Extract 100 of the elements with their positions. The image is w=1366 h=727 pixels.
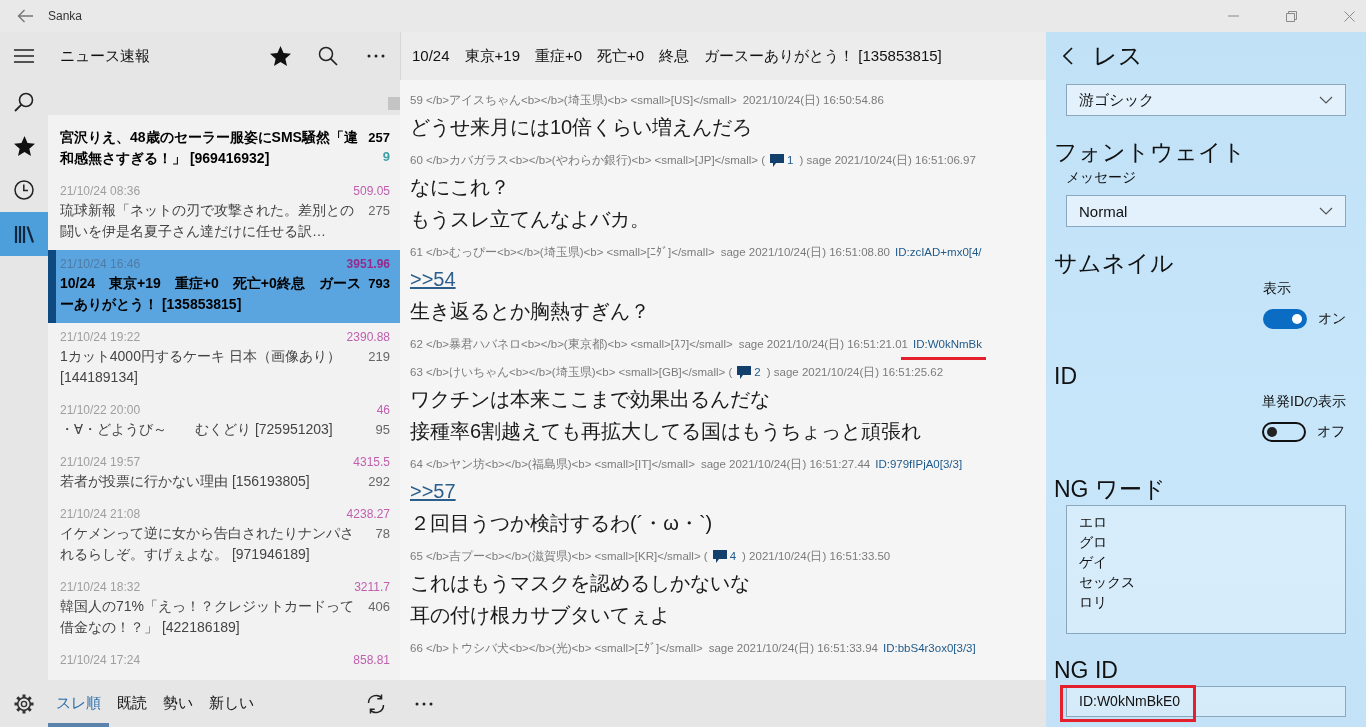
thread-score: 509.05 (353, 183, 390, 200)
post-header: 61 </b>むっぴー<b></b>(埼玉県)<b> <small>[ﾆﾀﾞ]</small> (410, 245, 715, 260)
comment-icon[interactable] (737, 365, 752, 379)
thread-item[interactable]: 宮沢りえ、48歳のセーラー服姿にSMS騒然「違和感無さすぎる！」 [969416932] 257 9 (48, 115, 400, 177)
search-icon (14, 92, 34, 112)
settings-icon[interactable] (13, 692, 35, 715)
post-count: 257 (368, 129, 390, 147)
thread-title: ・∀・どようび～ むくどり [725951203] (60, 420, 334, 439)
post-count: 793 (368, 275, 390, 293)
thread-date: 21/10/24 21:08 (60, 506, 141, 523)
post-header: 62 </b>暴君ハバネロ<b></b>(東京都)<b> <small>[ｽﾌ]</small> (410, 337, 733, 352)
thread-score: 4315.5 (353, 454, 390, 471)
thread-item[interactable]: 21/10/24 17:24 858.81 (48, 646, 400, 677)
post-count: 219 (368, 348, 390, 366)
thread-date: 21/10/24 19:57 (60, 454, 141, 471)
books-icon (14, 225, 34, 243)
thread-score: 2390.88 (346, 329, 390, 346)
post-header: 59 </b>アイスちゃん<b></b>(埼玉県)<b> <small>[US]</small> (410, 93, 737, 108)
menu-icon[interactable] (14, 49, 34, 63)
thread-date: 21/10/24 17:24 (60, 652, 141, 669)
thread-score: 4238.27 (346, 506, 390, 523)
text-area[interactable]: エロ グロ ゲイ セックス ロリ (1066, 505, 1346, 634)
post-date: sage 2021/10/24(日) 16:51:27.44 (700, 457, 871, 472)
post-id[interactable]: ID:bbS4r3ox0[3/3] (882, 637, 976, 659)
post-date: sage 2021/10/24(日) 16:51:21.01 (738, 337, 908, 352)
post-date: ) sage 2021/10/24(日) 16:51:25.62 (766, 365, 944, 380)
reply-count[interactable]: 4 (729, 545, 737, 567)
more-icon[interactable] (367, 54, 385, 58)
post-header: 63 </b>けいちゃん<b></b>(埼玉県)<b> <small>[GB]</small> ( (410, 365, 733, 380)
toggle-label: 単発IDの表示 (1262, 392, 1346, 411)
scrollbar-thumb[interactable] (388, 97, 400, 110)
thread-date: 21/10/24 08:36 (60, 183, 141, 200)
thread-date: 21/10/22 20:00 (60, 402, 141, 419)
board-title: ニュース速報 (60, 46, 150, 66)
thread-item[interactable]: 21/10/24 16:46 3951.96 10/24 東京+19 重症+0 死亡+0終息 ガースーありがとう！ [135853815] 793 (48, 250, 400, 323)
post-id[interactable]: ID:zcIAD+mx0[4/ (894, 241, 982, 263)
post-text: ２回目うつか検討するわ(´・ω・`) (410, 511, 714, 536)
reply-count[interactable]: 2 (754, 361, 761, 383)
post-count: 406 (368, 598, 390, 616)
panel-title: レス (1093, 41, 1143, 71)
post-date: sage 2021/10/24(日) 16:51:08.80 (720, 245, 890, 260)
chevron-down-icon (1319, 96, 1333, 104)
post-date: ) 2021/10/24(日) 16:51:33.50 (742, 549, 891, 564)
post-text: ワクチンは本来ここまで効果出るんだな 接種率6割越えても再拡大してる国はもうちょっと頑張れ (410, 387, 923, 444)
thread-title: 1カット4000円するケーキ 日本（画像あり） [144189134] (60, 347, 342, 387)
dropdown[interactable]: 游ゴシック (1066, 84, 1346, 116)
back-chevron-icon[interactable] (1063, 47, 1073, 65)
section-heading: NG ID (1054, 656, 1119, 685)
dropdown[interactable]: Normal (1066, 195, 1346, 227)
more-icon[interactable] (415, 701, 433, 706)
thread-item[interactable]: 21/10/24 18:32 3211.7 韓国人の71%「えっ！？クレジットカードって借金なの！？」 [422186189] 406 (48, 573, 400, 646)
toggle-label: 表示 (1263, 279, 1292, 298)
thread-item[interactable]: 21/10/22 20:00 46 ・∀・どようび～ むくどり [725951203] 95 (48, 396, 400, 448)
thread-title: 10/24 東京+19 重症+0 死亡+0終息 ガースーありがとう！ [135853815] (60, 274, 362, 314)
sort-tab[interactable]: スレ順 (48, 680, 109, 727)
field-label: メッセージ (1066, 168, 1137, 186)
thread-item[interactable]: 21/10/24 08:36 509.05 琉球新報「ネットの刃で攻撃された。差別との闘いを伊是名夏子さん達だけに任せる訳… 275 (48, 177, 400, 250)
post-id[interactable]: ID:979fIPjA0[3/3] (875, 453, 963, 475)
thread-item[interactable]: 21/10/24 19:22 2390.88 1カット4000円するケーキ 日本（画像あり） [144189134] 219 (48, 323, 400, 396)
thread-title: 宮沢りえ、48歳のセーラー服姿にSMS騒然「違和感無さすぎる！」 [969416932] (60, 128, 359, 168)
post-count: 292 (368, 473, 390, 491)
post-header: 66 </b>トウシバ犬<b></b>(光)<b> <small>[ﾆﾀﾞ]</small> (410, 641, 703, 656)
post-id[interactable]: ID:W0kNmBk (912, 333, 982, 355)
input-field[interactable]: ID:W0kNmBkE0 (1066, 686, 1346, 717)
post-count: 275 (368, 202, 390, 220)
comment-icon[interactable] (770, 153, 785, 167)
section-heading: ID (1054, 362, 1078, 391)
toggle-state: オフ (1317, 423, 1345, 441)
post-date: 2021/10/24(日) 16:50:54.86 (742, 93, 884, 108)
anchor-link[interactable]: >>57 (410, 475, 456, 507)
restore-icon[interactable] (1285, 10, 1297, 22)
section-heading: NG ワード (1054, 475, 1167, 504)
refresh-icon[interactable] (365, 692, 387, 715)
star-icon[interactable] (269, 46, 291, 66)
post-header: 64 </b>ヤン坊<b></b>(福島県)<b> <small>[IT]</small> (410, 457, 695, 472)
thread-date: 21/10/24 19:22 (60, 329, 141, 346)
sort-tab[interactable]: 勢い (155, 680, 201, 727)
search-icon[interactable] (318, 46, 338, 66)
close-icon[interactable] (1343, 10, 1355, 22)
post-text: 生き返るとか胸熱すぎん？ (410, 299, 651, 324)
clock-icon (14, 180, 34, 200)
toggle-switch[interactable] (1263, 309, 1307, 329)
toggle-switch[interactable] (1262, 422, 1306, 442)
reply-count[interactable]: 1 (787, 149, 794, 171)
post-count: 95 (375, 421, 390, 439)
sort-tab[interactable]: 新しい (201, 680, 262, 727)
thread-score: 3211.7 (354, 579, 390, 596)
back-arrow-icon[interactable] (17, 9, 33, 23)
post-text: これはもうマスクを認めるしかないな 耳の付け根カサブタいてぇよ (410, 571, 751, 628)
comment-icon[interactable] (712, 549, 727, 563)
thread-item[interactable]: 21/10/24 21:08 4238.27 イケメンって逆に女から告白されたりナンパされるらしぞ。すげぇよな。 [971946189] 78 (48, 500, 400, 573)
thread-heading: 10/24 東京+19 重症+0 死亡+0 終息 ガースーありがとう！ [135853815] (412, 46, 942, 66)
thread-score: 46 (376, 402, 390, 419)
thread-title: イケメンって逆に女から告白されたりナンパされるらしぞ。すげぇよな。 [971946189] (60, 524, 355, 564)
sort-tab[interactable]: 既読 (109, 680, 155, 727)
post-date: sage 2021/10/24(日) 16:51:33.94 (708, 641, 878, 656)
thread-item[interactable]: 21/10/24 19:57 4315.5 若者が投票に行かない理由 [156193805] 292 (48, 448, 400, 500)
post-text: どうせ来月には10倍くらい増えんだろ (410, 115, 754, 140)
thread-score: 858.81 (353, 652, 390, 669)
anchor-link[interactable]: >>54 (410, 263, 456, 295)
